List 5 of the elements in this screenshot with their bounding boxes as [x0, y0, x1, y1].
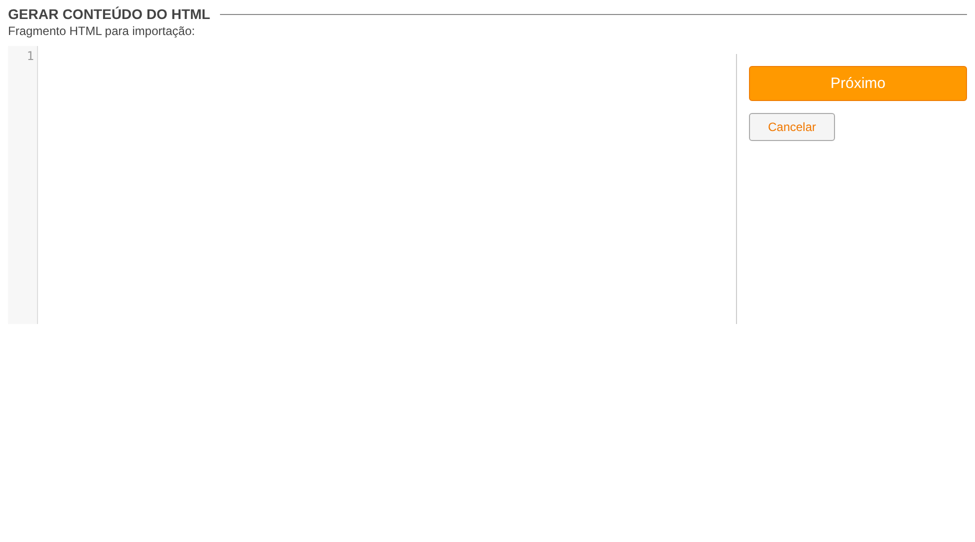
field-label: Fragmento HTML para importação:: [8, 24, 196, 38]
next-button[interactable]: Próximo: [749, 66, 967, 101]
section-title: GERAR CONTEÚDO DO HTML: [8, 6, 210, 22]
line-number: 1: [26, 49, 35, 63]
cancel-button[interactable]: Cancelar: [749, 113, 835, 141]
